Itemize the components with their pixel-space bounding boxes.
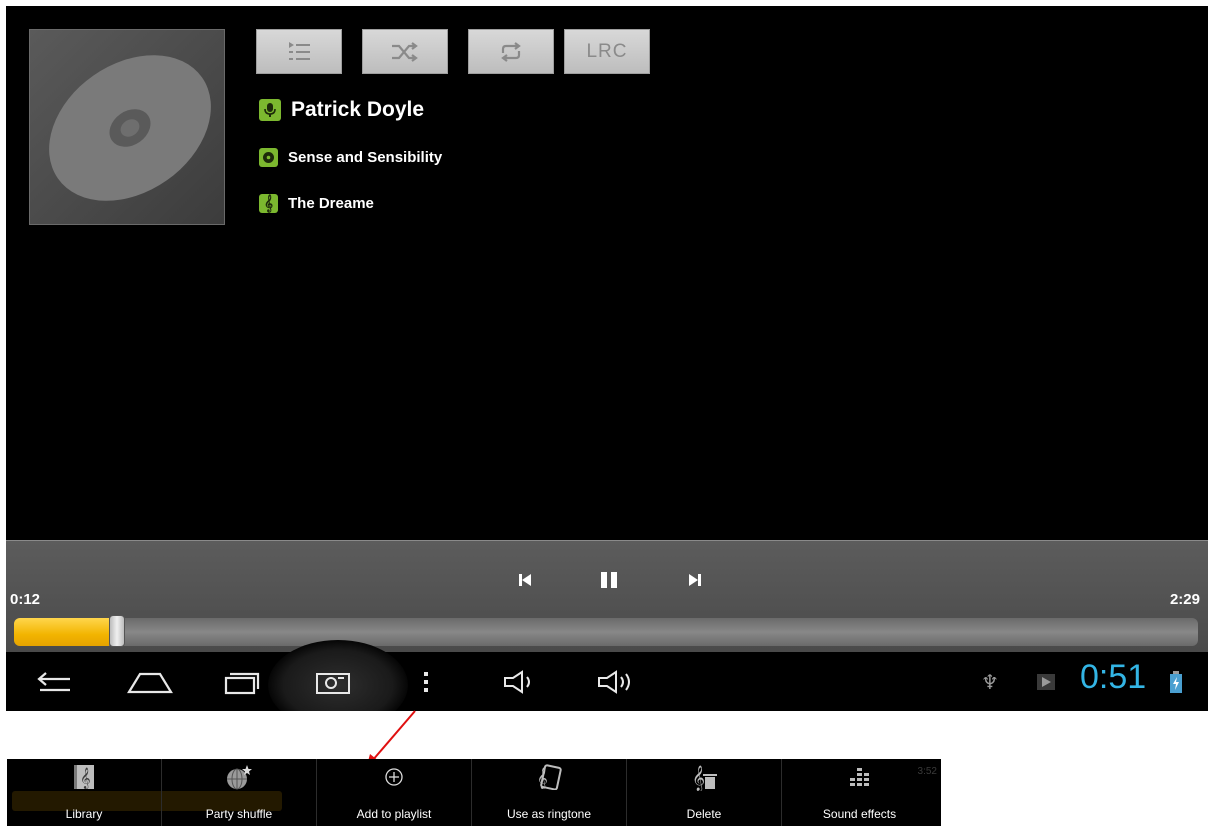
repeat-button[interactable]: [468, 29, 554, 74]
track-title: The Dreame: [288, 195, 374, 212]
menu-item-add-to-playlist[interactable]: Add to playlist: [317, 759, 472, 826]
menu-item-label: Sound effects: [822, 807, 897, 821]
treble-clef-icon: 𝄞: [259, 194, 278, 213]
menu-item-label: Use as ringtone: [506, 807, 592, 821]
album-disc-icon: [259, 148, 278, 167]
elapsed-time: 0:12: [10, 591, 41, 608]
recent-apps-icon: [224, 672, 260, 695]
library-icon: 𝄞: [74, 765, 94, 789]
status-clock: 0:51: [1080, 658, 1147, 696]
playlist-button[interactable]: [256, 29, 342, 74]
menu-item-delete[interactable]: 𝄞 Delete: [627, 759, 782, 826]
svg-text:𝄞: 𝄞: [537, 768, 548, 789]
play-status-icon: [1037, 674, 1055, 690]
equalizer-icon: [849, 768, 869, 786]
delete-icon: 𝄞: [692, 765, 717, 791]
music-player-screen: LRC Patrick Doyle Sense and Sensibility …: [6, 6, 1208, 711]
menu-item-sound-effects[interactable]: Sound effects: [782, 759, 937, 826]
menu-item-label: Party shuffle: [205, 807, 273, 821]
next-button[interactable]: [678, 563, 712, 597]
system-navigation-bar: ♆ 0:51: [6, 640, 1208, 711]
usb-icon: ♆: [981, 670, 999, 694]
overflow-menu-icon: [424, 672, 428, 692]
party-shuffle-icon: [227, 765, 252, 790]
options-menu: 3:52 𝄞 Library Party shuffle Add to play…: [7, 759, 941, 826]
screenshot-button[interactable]: [308, 664, 358, 700]
menu-item-label: Add to playlist: [356, 807, 432, 821]
previous-icon: [519, 574, 531, 586]
battery-charging-icon: [1170, 671, 1182, 693]
back-button[interactable]: [28, 664, 78, 700]
add-circle-icon: [385, 768, 403, 786]
home-icon: [127, 672, 173, 694]
playlist-icon: [289, 41, 310, 60]
recent-apps-button[interactable]: [214, 664, 270, 700]
volume-up-button[interactable]: [594, 664, 640, 700]
shuffle-icon: [392, 41, 418, 62]
seek-thumb[interactable]: [108, 615, 125, 647]
svg-text:𝄞: 𝄞: [692, 765, 705, 791]
seek-bar[interactable]: [14, 618, 1198, 646]
menu-item-label: Delete: [686, 807, 722, 821]
playback-panel: 0:12 2:29: [6, 540, 1208, 652]
shuffle-button[interactable]: [362, 29, 448, 74]
disc-icon: [49, 55, 211, 201]
pause-button[interactable]: [592, 563, 626, 597]
usb-status: ♆: [978, 664, 1002, 700]
total-time: 2:29: [1169, 591, 1200, 608]
menu-button[interactable]: [416, 664, 436, 700]
artist-name: Patrick Doyle: [291, 98, 425, 121]
ringtone-icon: 𝄞: [537, 764, 562, 790]
media-playing-status: [1034, 664, 1058, 700]
battery-status: [1166, 664, 1186, 700]
next-icon: [689, 574, 701, 586]
menu-item-label: Library: [65, 807, 103, 821]
album-name: Sense and Sensibility: [288, 149, 443, 166]
camera-icon: [316, 673, 350, 694]
album-art: [29, 29, 225, 225]
home-button[interactable]: [120, 664, 180, 700]
volume-up-icon: [598, 670, 630, 694]
seek-progress: [14, 618, 109, 646]
lrc-button[interactable]: LRC: [564, 29, 650, 74]
previous-button[interactable]: [508, 563, 542, 597]
volume-down-button[interactable]: [500, 664, 540, 700]
volume-down-icon: [504, 670, 530, 694]
repeat-icon: [501, 41, 521, 62]
pause-icon: [601, 572, 617, 588]
microphone-icon: [259, 99, 281, 121]
menu-item-use-as-ringtone[interactable]: 𝄞 Use as ringtone: [472, 759, 627, 826]
back-icon: [37, 672, 70, 692]
svg-text:𝄞: 𝄞: [80, 768, 91, 789]
album-row: Sense and Sensibility: [259, 148, 442, 167]
menu-item-library[interactable]: 𝄞 Library: [7, 759, 162, 826]
lrc-label: LRC: [586, 40, 628, 62]
track-row: 𝄞 The Dreame: [259, 194, 374, 213]
artist-row: Patrick Doyle: [259, 98, 424, 122]
menu-item-party-shuffle[interactable]: Party shuffle: [162, 759, 317, 826]
